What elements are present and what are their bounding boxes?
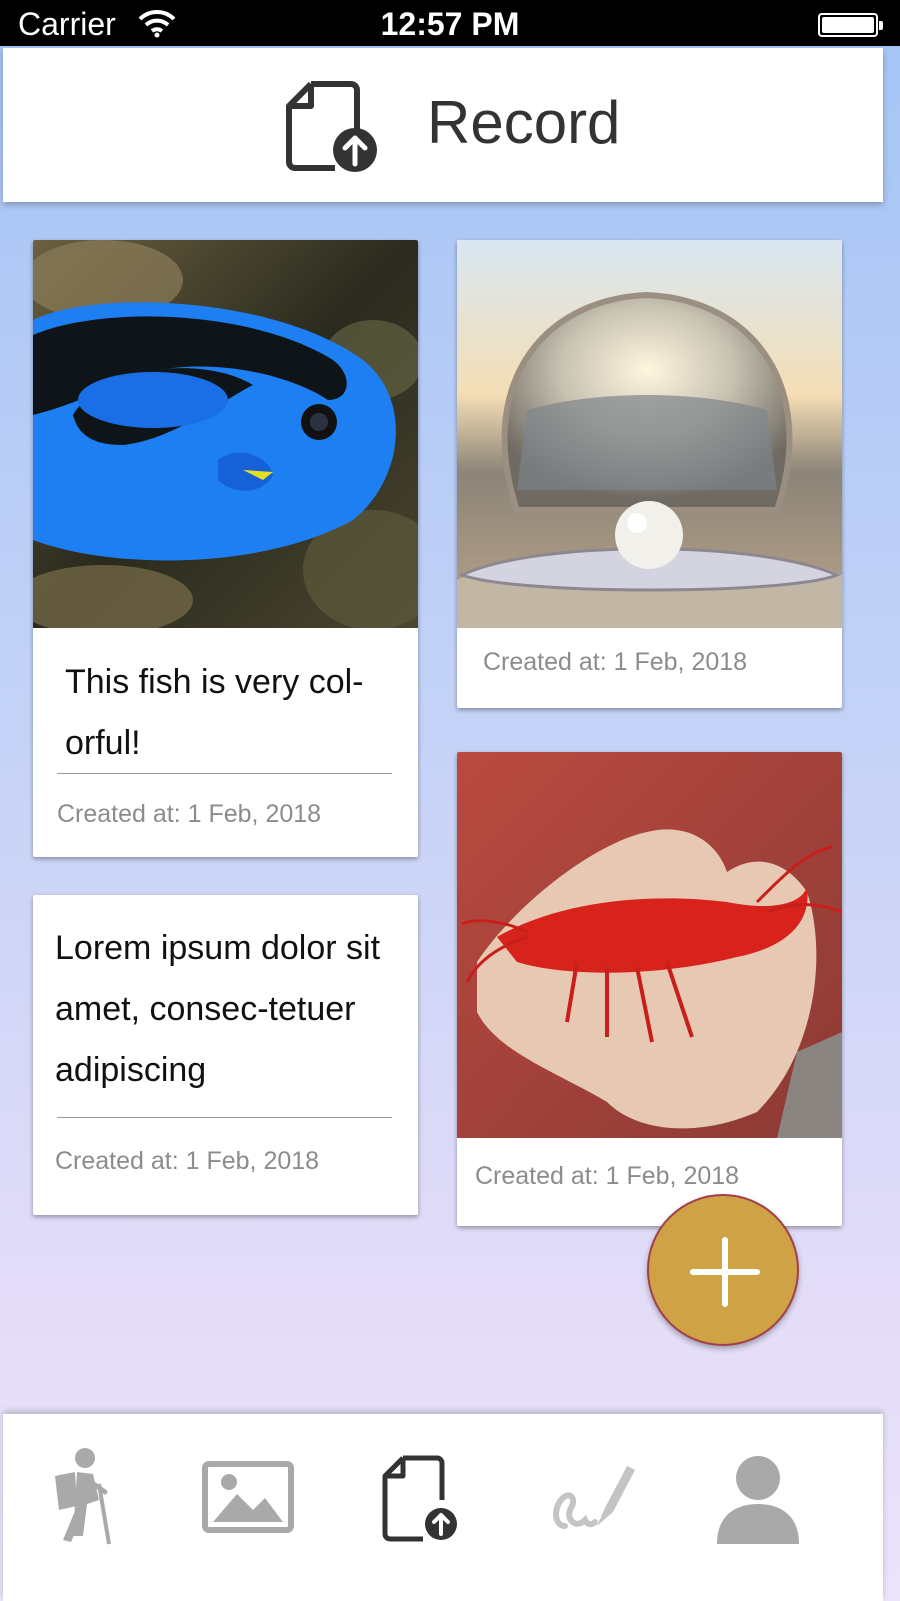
record-card[interactable]: Created at: 1 Feb, 2018 [457, 240, 842, 708]
signature-pen-icon [553, 1466, 635, 1529]
red-shrimp-in-hand-photo [457, 752, 842, 1138]
record-card[interactable]: Created at: 1 Feb, 2018 [457, 752, 842, 1226]
tab-hiking[interactable] [25, 1444, 135, 1554]
tab-signature[interactable] [535, 1444, 645, 1554]
card-caption: Lorem ipsum dolor sit amet, consec-tetue… [55, 929, 381, 1089]
user-icon [717, 1456, 799, 1544]
page-title: Record [427, 89, 621, 156]
hiker-icon [55, 1448, 111, 1545]
image-icon [202, 1461, 294, 1533]
created-date: Created at: 1 Feb, 2018 [483, 648, 748, 676]
divider [57, 773, 392, 774]
record-card[interactable]: Lorem ipsum dolor sit amet, consec-tetue… [33, 895, 418, 1215]
tab-record[interactable] [363, 1444, 473, 1554]
add-record-button[interactable] [647, 1194, 799, 1346]
blue-tang-fish-photo [33, 240, 418, 628]
record-card[interactable]: This fish is very col-orful! Created at:… [33, 240, 418, 857]
created-date: Created at: 1 Feb, 2018 [55, 1147, 320, 1175]
created-date: Created at: 1 Feb, 2018 [475, 1162, 740, 1190]
plus-icon [690, 1237, 760, 1307]
bottom-tab-bar [3, 1414, 883, 1601]
file-upload-icon [286, 81, 377, 172]
card-caption: This fish is very col-orful! [65, 663, 364, 762]
file-upload-icon [382, 1455, 457, 1542]
tab-profile[interactable] [703, 1444, 813, 1554]
header-bar: Record [3, 48, 883, 202]
status-bar: Carrier 12:57 PM [0, 0, 900, 46]
pearl-seashell-photo [457, 240, 842, 628]
clock: 12:57 PM [380, 6, 520, 42]
divider [57, 1117, 392, 1118]
battery-icon [818, 13, 883, 37]
tab-gallery[interactable] [193, 1444, 303, 1554]
created-date: Created at: 1 Feb, 2018 [57, 800, 322, 828]
